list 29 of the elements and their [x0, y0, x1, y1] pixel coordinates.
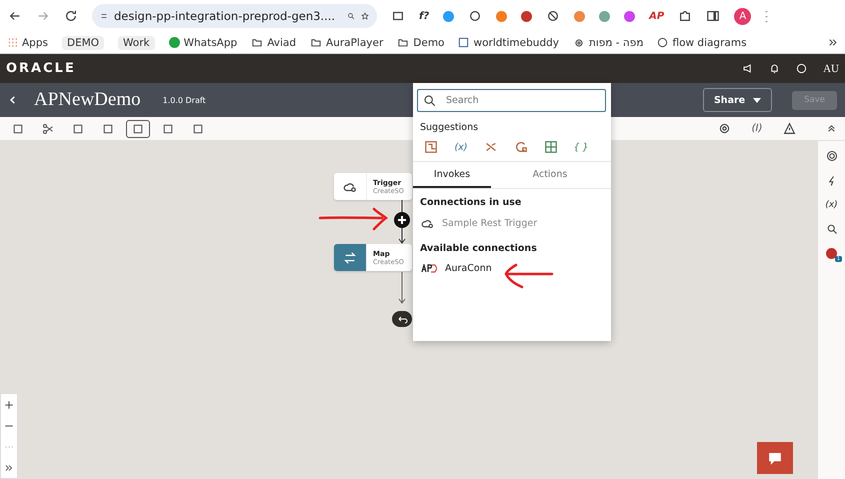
profile-avatar[interactable]: A: [734, 8, 752, 24]
bookmark-chip[interactable]: Work: [118, 36, 155, 50]
integration-title: APNewDemo: [34, 89, 141, 111]
bookmark-link[interactable]: Aviad: [267, 36, 296, 48]
url-text: design-pp-integration-preprod-gen3....: [114, 9, 336, 23]
section-title: Connections in use: [419, 196, 522, 210]
tab[interactable]: Actions: [511, 162, 589, 188]
user-initials[interactable]: AU: [823, 62, 839, 74]
bookmark-link[interactable]: WhatsApp: [184, 36, 238, 48]
section-title: Available connections: [419, 242, 538, 256]
section-title: Suggestions: [419, 121, 480, 135]
bookmark-link[interactable]: worldtimebuddy: [473, 36, 559, 48]
extension-icon[interactable]: AP: [649, 10, 664, 22]
bookmark-link[interactable]: Apps: [22, 36, 48, 48]
tab[interactable]: Invokes: [413, 162, 491, 188]
bookmark-link[interactable]: flow diagrams: [672, 36, 747, 48]
version-label: 1.0.0 Draft: [162, 96, 206, 104]
bookmark-link[interactable]: מפה - מפות: [588, 36, 644, 48]
bookmark-link[interactable]: Demo: [413, 36, 444, 48]
address-bar[interactable]: design-pp-integration-preprod-gen3....: [92, 4, 377, 28]
share-button[interactable]: Share: [702, 88, 772, 112]
bookmark-chip[interactable]: DEMO: [62, 36, 104, 50]
connection-item[interactable]: AuraConn: [413, 258, 611, 279]
search-field[interactable]: Search: [417, 89, 606, 112]
bookmark-link[interactable]: AuraPlayer: [326, 36, 384, 48]
variables-label[interactable]: (I): [745, 120, 769, 138]
app-logo: ORACLE: [6, 61, 76, 76]
variables-label[interactable]: (x): [825, 200, 838, 210]
extension-icon[interactable]: f?: [419, 10, 430, 22]
